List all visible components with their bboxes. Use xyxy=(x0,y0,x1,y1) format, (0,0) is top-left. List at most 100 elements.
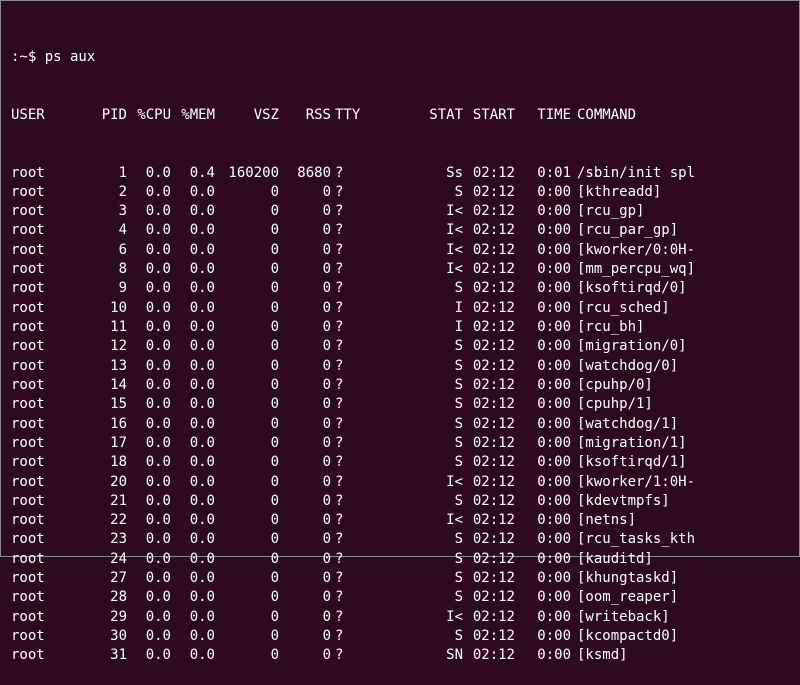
cell-mem: 0.0 xyxy=(171,569,215,588)
cell-user: root xyxy=(11,202,79,221)
cell-user: root xyxy=(11,164,79,183)
cell-start: 02:12 xyxy=(463,473,515,492)
cell-mem: 0.0 xyxy=(171,588,215,607)
cell-vsz: 0 xyxy=(215,318,279,337)
cell-cpu: 0.0 xyxy=(127,453,171,472)
header-start: START xyxy=(463,106,515,125)
process-row: root290.00.000?I<02:120:00[writeback] xyxy=(11,608,789,627)
cell-pid: 2 xyxy=(79,183,127,202)
cell-cpu: 0.0 xyxy=(127,415,171,434)
terminal-output[interactable]: :~$ ps aux USERPID%CPU%MEMVSZRSSTTYSTATS… xyxy=(11,9,789,685)
header-mem: %MEM xyxy=(171,106,215,125)
cell-mem: 0.0 xyxy=(171,318,215,337)
process-row: root160.00.000?S02:120:00[watchdog/1] xyxy=(11,415,789,434)
cell-cpu: 0.0 xyxy=(127,337,171,356)
cell-tty: ? xyxy=(331,511,367,530)
cell-vsz: 0 xyxy=(215,279,279,298)
prompt-line: :~$ ps aux xyxy=(11,48,789,67)
cell-command: [mm_percpu_wq] xyxy=(571,260,695,279)
cell-user: root xyxy=(11,279,79,298)
process-row: root20.00.000?S02:120:00[kthreadd] xyxy=(11,183,789,202)
process-row: root60.00.000?I<02:120:00[kworker/0:0H- xyxy=(11,241,789,260)
cell-start: 02:12 xyxy=(463,357,515,376)
header-stat: STAT xyxy=(367,106,463,125)
process-row: root240.00.000?S02:120:00[kauditd] xyxy=(11,550,789,569)
process-row: root110.00.000?I02:120:00[rcu_bh] xyxy=(11,318,789,337)
cell-start: 02:12 xyxy=(463,202,515,221)
cell-pid: 20 xyxy=(79,473,127,492)
cell-vsz: 0 xyxy=(215,588,279,607)
cell-tty: ? xyxy=(331,337,367,356)
cell-tty: ? xyxy=(331,299,367,318)
cell-cpu: 0.0 xyxy=(127,569,171,588)
cell-stat: S xyxy=(367,357,463,376)
cell-pid: 8 xyxy=(79,260,127,279)
cell-stat: S xyxy=(367,550,463,569)
cell-tty: ? xyxy=(331,318,367,337)
cell-command: [ksmd] xyxy=(571,646,628,665)
header-tty: TTY xyxy=(331,106,367,125)
cell-stat: S xyxy=(367,415,463,434)
cell-vsz: 0 xyxy=(215,395,279,414)
cell-tty: ? xyxy=(331,627,367,646)
cell-cpu: 0.0 xyxy=(127,279,171,298)
cell-time: 0:00 xyxy=(515,318,571,337)
cell-stat: I< xyxy=(367,608,463,627)
cell-time: 0:00 xyxy=(515,279,571,298)
cell-command: [migration/1] xyxy=(571,434,687,453)
cell-pid: 12 xyxy=(79,337,127,356)
cell-time: 0:00 xyxy=(515,376,571,395)
header-pid: PID xyxy=(79,106,127,125)
cell-time: 0:00 xyxy=(515,646,571,665)
cell-vsz: 0 xyxy=(215,627,279,646)
cell-pid: 22 xyxy=(79,511,127,530)
cell-rss: 8680 xyxy=(279,164,331,183)
process-row: root300.00.000?S02:120:00[kcompactd0] xyxy=(11,627,789,646)
cell-stat: Ss xyxy=(367,164,463,183)
cell-cpu: 0.0 xyxy=(127,627,171,646)
process-row: root280.00.000?S02:120:00[oom_reaper] xyxy=(11,588,789,607)
cell-user: root xyxy=(11,511,79,530)
cell-command: [cpuhp/1] xyxy=(571,395,653,414)
cell-vsz: 0 xyxy=(215,646,279,665)
cell-user: root xyxy=(11,627,79,646)
cell-mem: 0.0 xyxy=(171,357,215,376)
cell-pid: 27 xyxy=(79,569,127,588)
cell-time: 0:00 xyxy=(515,530,571,549)
cell-time: 0:00 xyxy=(515,588,571,607)
cell-user: root xyxy=(11,434,79,453)
cell-cpu: 0.0 xyxy=(127,202,171,221)
cell-vsz: 0 xyxy=(215,550,279,569)
process-row: root310.00.000?SN02:120:00[ksmd] xyxy=(11,646,789,665)
cell-tty: ? xyxy=(331,473,367,492)
cell-stat: S xyxy=(367,588,463,607)
cell-vsz: 0 xyxy=(215,376,279,395)
cell-rss: 0 xyxy=(279,279,331,298)
process-row: root150.00.000?S02:120:00[cpuhp/1] xyxy=(11,395,789,414)
cell-stat: S xyxy=(367,376,463,395)
header-time: TIME xyxy=(515,106,571,125)
process-row: root100.00.000?I02:120:00[rcu_sched] xyxy=(11,299,789,318)
cell-stat: S xyxy=(367,434,463,453)
cell-time: 0:01 xyxy=(515,164,571,183)
cell-start: 02:12 xyxy=(463,569,515,588)
cell-pid: 18 xyxy=(79,453,127,472)
process-row: root30.00.000?I<02:120:00[rcu_gp] xyxy=(11,202,789,221)
cell-user: root xyxy=(11,183,79,202)
cell-tty: ? xyxy=(331,260,367,279)
cell-pid: 6 xyxy=(79,241,127,260)
cell-pid: 4 xyxy=(79,221,127,240)
cell-vsz: 0 xyxy=(215,511,279,530)
cell-time: 0:00 xyxy=(515,357,571,376)
cell-tty: ? xyxy=(331,279,367,298)
cell-cpu: 0.0 xyxy=(127,646,171,665)
cell-pid: 1 xyxy=(79,164,127,183)
cell-pid: 29 xyxy=(79,608,127,627)
cell-vsz: 0 xyxy=(215,415,279,434)
cell-user: root xyxy=(11,318,79,337)
cell-command: [oom_reaper] xyxy=(571,588,678,607)
cell-command: [watchdog/0] xyxy=(571,357,678,376)
cell-time: 0:00 xyxy=(515,337,571,356)
header-vsz: VSZ xyxy=(215,106,279,125)
cell-vsz: 0 xyxy=(215,183,279,202)
